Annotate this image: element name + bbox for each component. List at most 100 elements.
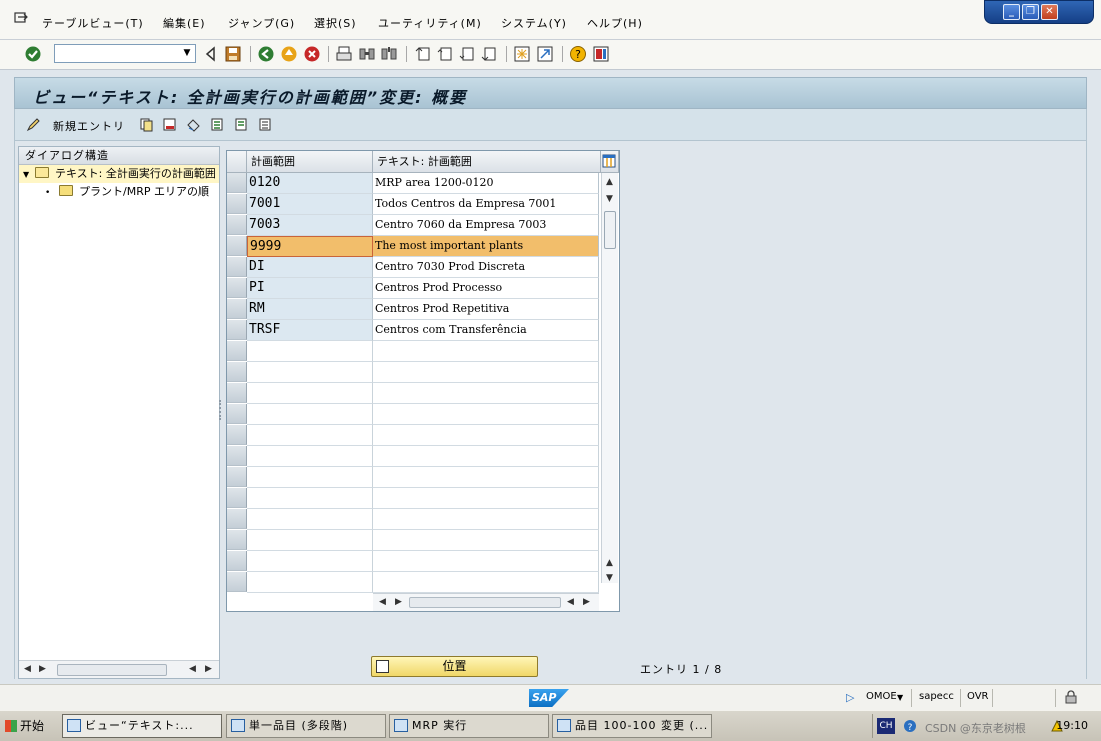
row-selector[interactable] [227, 257, 247, 277]
table-settings-icon[interactable] [602, 154, 616, 168]
menu-utilities[interactable]: ユーティリティ(M) [378, 15, 482, 31]
select-all-icon[interactable] [210, 117, 225, 132]
empty-table-row[interactable] [227, 509, 601, 530]
text-input-cell[interactable]: MRP area 1200-0120 [373, 173, 599, 194]
last-page-icon[interactable] [480, 45, 498, 63]
new-session-icon[interactable] [513, 45, 531, 63]
scrollbar-thumb[interactable] [604, 211, 616, 249]
scrollbar-thumb[interactable] [57, 664, 167, 676]
start-button[interactable]: 开始 [2, 714, 50, 738]
task-item-single-material[interactable]: 単一品目 (多段階) [226, 714, 386, 738]
column-header-planning-scope[interactable]: 計画範囲 [247, 151, 373, 173]
status-system-id[interactable]: OMOE [866, 691, 897, 702]
empty-table-row[interactable] [227, 341, 601, 362]
table-vertical-scrollbar[interactable]: ▲ ▼ ▲ ▼ [601, 173, 618, 583]
row-selector[interactable] [227, 467, 247, 487]
copy-as-icon[interactable] [139, 117, 154, 132]
planning-scope-cell[interactable] [247, 488, 373, 509]
lock-icon[interactable] [1064, 690, 1078, 704]
delete-icon[interactable] [162, 117, 177, 132]
text-input-cell[interactable] [373, 572, 599, 593]
text-input-cell[interactable]: Centros Prod Processo [373, 278, 599, 299]
planning-scope-cell[interactable]: TRSF [247, 320, 373, 341]
planning-scope-cell[interactable]: 7003 [247, 215, 373, 236]
planning-scope-cell[interactable]: RM [247, 299, 373, 320]
shortcut-icon[interactable] [536, 45, 554, 63]
text-input-cell[interactable] [373, 530, 599, 551]
minimize-icon[interactable]: _ [1003, 4, 1020, 20]
task-item-material-change[interactable]: 品目 100-100 変更 (... [552, 714, 712, 738]
save-icon[interactable] [224, 45, 242, 63]
text-input-cell[interactable] [373, 509, 599, 530]
expand-triangle-icon[interactable]: ▼ [19, 166, 31, 183]
select-block-icon[interactable] [234, 117, 249, 132]
text-input-cell[interactable] [373, 425, 599, 446]
scroll-up-icon[interactable]: ▲ [606, 177, 613, 187]
text-input-cell[interactable]: Centro 7060 da Empresa 7003 [373, 215, 599, 236]
row-selector[interactable] [227, 530, 247, 550]
scroll-right-icon[interactable]: ▶ [39, 664, 46, 674]
help-icon[interactable]: ? [569, 45, 587, 63]
text-input-cell[interactable]: Todos Centros da Empresa 7001 [373, 194, 599, 215]
empty-table-row[interactable] [227, 530, 601, 551]
table-row[interactable]: 7001 Todos Centros da Empresa 7001 [227, 194, 601, 215]
help-tray-icon[interactable]: ? [903, 719, 917, 733]
text-input-cell[interactable]: Centros Prod Repetitiva [373, 299, 599, 320]
scroll-down-icon[interactable]: ▼ [606, 194, 613, 204]
cancel-icon[interactable] [303, 45, 321, 63]
task-item-view-text[interactable]: ビュー“テキスト:... [62, 714, 222, 738]
text-input-cell[interactable] [373, 446, 599, 467]
planning-scope-cell[interactable] [247, 383, 373, 404]
customize-layout-icon[interactable] [592, 45, 610, 63]
row-selector[interactable] [227, 404, 247, 424]
exit-icon[interactable] [280, 45, 298, 63]
text-input-cell[interactable] [373, 404, 599, 425]
menu-selection[interactable]: 選択(S) [314, 15, 357, 31]
chevron-down-icon[interactable]: ▼ [179, 45, 195, 62]
text-input-cell[interactable] [373, 467, 599, 488]
empty-table-row[interactable] [227, 446, 601, 467]
scroll-left-icon[interactable]: ◀ [189, 664, 196, 674]
menu-goto[interactable]: ジャンプ(G) [228, 15, 295, 31]
print-icon[interactable] [335, 45, 353, 63]
planning-scope-cell[interactable] [247, 530, 373, 551]
row-selector[interactable] [227, 509, 247, 529]
text-input-cell[interactable] [373, 362, 599, 383]
status-insert-mode[interactable]: OVR [967, 691, 988, 702]
row-selector[interactable] [227, 173, 247, 193]
text-input-cell[interactable]: Centros com Transferência [373, 320, 599, 341]
chevron-down-icon[interactable]: ▼ [897, 693, 903, 702]
planning-scope-cell[interactable] [247, 341, 373, 362]
table-row[interactable]: PI Centros Prod Processo [227, 278, 601, 299]
row-selector[interactable] [227, 362, 247, 382]
status-expand-icon[interactable]: ▷ [846, 691, 854, 704]
back-triangle-icon[interactable] [202, 45, 220, 63]
table-row[interactable]: TRSF Centros com Transferência [227, 320, 601, 341]
text-input-cell[interactable] [373, 551, 599, 572]
scroll-left-icon[interactable]: ◀ [379, 597, 386, 607]
system-menu-icon[interactable] [14, 12, 28, 24]
menu-help[interactable]: ヘルプ(H) [587, 15, 643, 31]
position-button[interactable]: 位置 [371, 656, 538, 677]
select-all-rows-cell[interactable] [227, 151, 247, 173]
row-selector[interactable] [227, 551, 247, 571]
pane-splitter-handle[interactable] [219, 400, 223, 420]
find-icon[interactable] [358, 45, 376, 63]
first-page-icon[interactable] [414, 45, 432, 63]
deselect-all-icon[interactable] [258, 117, 273, 132]
empty-table-row[interactable] [227, 551, 601, 572]
planning-scope-cell[interactable] [247, 425, 373, 446]
scroll-left-icon[interactable]: ◀ [567, 597, 574, 607]
undo-change-icon[interactable] [186, 117, 201, 132]
row-selector[interactable] [227, 488, 247, 508]
close-icon[interactable]: ✕ [1041, 4, 1058, 20]
menu-edit[interactable]: 編集(E) [163, 15, 206, 31]
command-field[interactable]: ▼ [54, 44, 196, 63]
planning-scope-cell[interactable]: 9999 [247, 236, 373, 257]
tree-node-plant-mrp-area[interactable]: • プラント/MRP エリアの順 [19, 183, 219, 201]
scroll-left-icon[interactable]: ◀ [24, 664, 31, 674]
planning-scope-cell[interactable] [247, 509, 373, 530]
find-next-icon[interactable] [380, 45, 398, 63]
row-selector[interactable] [227, 383, 247, 403]
back-icon[interactable] [257, 45, 275, 63]
